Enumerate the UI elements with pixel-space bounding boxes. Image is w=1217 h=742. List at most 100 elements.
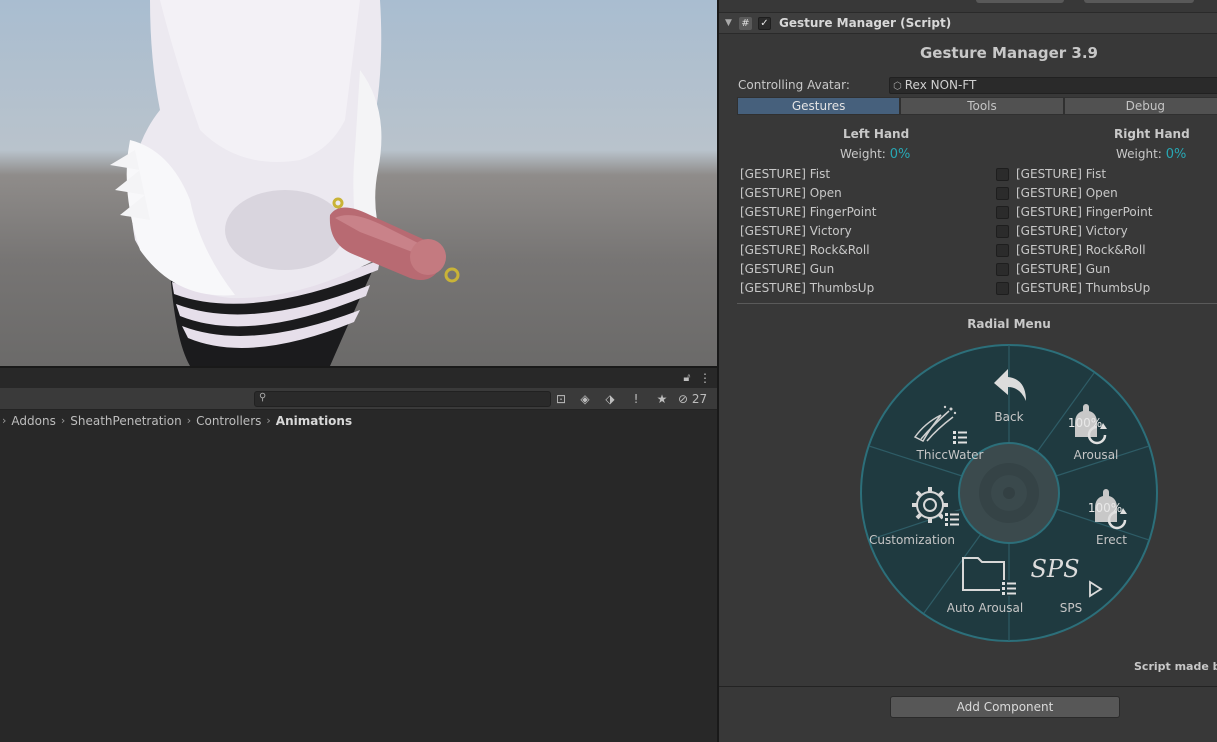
gesture-row[interactable]: [GESTURE] Rock&Roll <box>740 241 876 260</box>
radial-item-sps[interactable]: SPS <box>1051 601 1091 615</box>
section-divider <box>719 686 1217 687</box>
gesture-checkbox[interactable] <box>996 225 1009 238</box>
gesture-row[interactable]: [GESTURE] Fist <box>996 165 1152 184</box>
project-search-box[interactable]: ⚲ <box>254 391 551 407</box>
scene-view[interactable] <box>0 0 717 366</box>
avatar-render <box>110 0 460 366</box>
breadcrumb-item[interactable]: SheathPenetration <box>70 414 181 428</box>
radial-item-arousal[interactable]: Arousal <box>1066 448 1126 462</box>
gesture-row[interactable]: [GESTURE] FingerPoint <box>740 203 876 222</box>
arousal-percent: 100% <box>1067 416 1103 430</box>
breadcrumb-item[interactable]: Controllers <box>196 414 261 428</box>
radial-item-erect[interactable]: Erect <box>1096 533 1156 547</box>
chevron-right-icon: › <box>2 414 7 427</box>
radial-menu: Back 100% Arousal 100% Erect SPS SPS Aut… <box>859 343 1159 643</box>
gesture-row[interactable]: [GESTURE] Fist <box>740 165 876 184</box>
play-icon <box>1089 580 1103 598</box>
left-hand-weight: Weight: 0% <box>840 147 910 162</box>
back-arrow-icon[interactable] <box>992 365 1028 405</box>
hidden-packages-toggle[interactable]: ⊘ 27 <box>678 391 714 407</box>
gesture-checkbox[interactable] <box>996 263 1009 276</box>
gesture-label: [GESTURE] FingerPoint <box>1016 205 1153 219</box>
controlling-avatar-field[interactable]: ⬡ Rex NON-FT <box>889 77 1217 94</box>
project-toolbar: ⚲ ⊡ ◈ ⬗ ! ★ ⊘ 27 <box>0 388 717 410</box>
gesture-row[interactable]: [GESTURE] Open <box>996 184 1152 203</box>
radial-item-auto-arousal[interactable]: Auto Arousal <box>945 601 1025 615</box>
gesture-label: [GESTURE] Fist <box>1016 167 1107 181</box>
folder-submenu-icon[interactable] <box>960 552 1020 598</box>
gesture-label: [GESTURE] Gun <box>1016 262 1111 276</box>
gesture-row[interactable]: [GESTURE] Gun <box>740 260 876 279</box>
chevron-right-icon: › <box>266 414 271 427</box>
prefab-cube-icon: ⬡ <box>893 81 902 92</box>
sps-logo: SPS <box>1030 555 1080 583</box>
add-component-button[interactable]: Add Component <box>890 696 1120 718</box>
radial-item-customization[interactable]: Customization <box>869 533 955 547</box>
kebab-menu-icon[interactable]: ⋮ <box>696 370 714 386</box>
radial-item-thiccwater[interactable]: ThiccWater <box>909 448 991 462</box>
gesture-row[interactable]: [GESTURE] ThumbsUp <box>996 279 1152 298</box>
controlling-avatar-value: Rex NON-FT <box>904 78 977 92</box>
gesture-checkbox[interactable] <box>996 206 1009 219</box>
chevron-right-icon: › <box>60 414 66 427</box>
gesture-checkbox[interactable] <box>996 282 1009 295</box>
right-hand-weight-value: 0% <box>1165 147 1187 162</box>
filter-by-label-icon[interactable]: ⬗ <box>601 391 619 407</box>
script-icon: # <box>739 16 752 30</box>
left-hand-gesture-list: [GESTURE] Fist [GESTURE] Open [GESTURE] … <box>740 165 876 298</box>
search-by-scene-icon[interactable]: ⊡ <box>552 391 570 407</box>
gesture-checkbox[interactable] <box>996 168 1009 181</box>
right-hand-gesture-list: [GESTURE] Fist [GESTURE] Open [GESTURE] … <box>996 165 1153 298</box>
component-header[interactable]: ▼ # ✓ Gesture Manager (Script) <box>719 12 1217 34</box>
hidden-count: 27 <box>691 392 708 406</box>
component-enabled-checkbox[interactable]: ✓ <box>758 16 771 30</box>
section-divider <box>737 303 1217 304</box>
inspector-top-button[interactable] <box>1084 0 1194 3</box>
gesture-checkbox[interactable] <box>996 187 1009 200</box>
gesture-manager-tabs: Gestures Tools Debug <box>737 97 1217 115</box>
inspector-panel: ▼ # ✓ Gesture Manager (Script) Gesture M… <box>719 0 1217 742</box>
breadcrumb-item-current[interactable]: Animations <box>276 414 352 428</box>
eye-slash-icon: ⊘ <box>678 392 689 406</box>
radial-item-back[interactable]: Back <box>989 410 1029 424</box>
left-hand-title: Left Hand <box>843 127 910 141</box>
gesture-label: [GESTURE] Open <box>1016 186 1118 200</box>
project-panel: 🔓︎ ⋮ ⚲ ⊡ ◈ ⬗ ! ★ ⊘ 27 › Addons › SheathP… <box>0 366 717 742</box>
favorites-star-icon[interactable]: ★ <box>653 391 671 407</box>
gesture-row[interactable]: [GESTURE] ThumbsUp <box>740 279 876 298</box>
tab-tools[interactable]: Tools <box>900 97 1064 115</box>
gesture-row[interactable]: [GESTURE] Rock&Roll <box>996 241 1152 260</box>
water-splash-submenu-icon[interactable] <box>911 403 971 449</box>
gesture-label: [GESTURE] ThumbsUp <box>1016 281 1151 295</box>
chevron-right-icon: › <box>186 414 192 427</box>
erect-percent: 100% <box>1087 501 1123 515</box>
gesture-label: [GESTURE] Rock&Roll <box>1016 243 1146 257</box>
tab-gestures[interactable]: Gestures <box>737 97 901 115</box>
gesture-checkbox[interactable] <box>996 244 1009 257</box>
foldout-arrow-icon[interactable]: ▼ <box>725 18 737 28</box>
breadcrumb-item[interactable]: Addons <box>11 414 55 428</box>
gesture-row[interactable]: [GESTURE] Victory <box>996 222 1152 241</box>
log-types-icon[interactable]: ! <box>627 391 645 407</box>
filter-by-type-icon[interactable]: ◈ <box>576 391 594 407</box>
gesture-row[interactable]: [GESTURE] Victory <box>740 222 876 241</box>
controlling-avatar-label: Controlling Avatar: <box>738 78 850 92</box>
gear-submenu-icon[interactable] <box>907 483 967 531</box>
search-icon: ⚲ <box>259 392 267 403</box>
right-hand-weight: Weight: 0% <box>1116 147 1186 162</box>
component-title: Gesture Manager (Script) <box>779 16 952 30</box>
script-credit: Script made by <box>1134 660 1217 673</box>
inspector-top-button[interactable] <box>976 0 1064 3</box>
lock-icon[interactable]: 🔓︎ <box>678 370 696 386</box>
weight-label: Weight: <box>840 147 886 161</box>
gesture-row[interactable]: [GESTURE] Open <box>740 184 876 203</box>
gesture-row[interactable]: [GESTURE] FingerPoint <box>996 203 1153 222</box>
left-hand-weight-value: 0% <box>889 147 911 162</box>
gesture-manager-title: Gesture Manager 3.9 <box>919 44 1098 62</box>
radial-menu-title: Radial Menu <box>967 317 1051 331</box>
project-tab-bar: 🔓︎ ⋮ <box>0 368 717 388</box>
breadcrumb: › Addons › SheathPenetration › Controlle… <box>0 410 717 431</box>
project-search-input[interactable] <box>271 392 549 406</box>
tab-debug[interactable]: Debug <box>1063 97 1217 115</box>
gesture-row[interactable]: [GESTURE] Gun <box>996 260 1152 279</box>
